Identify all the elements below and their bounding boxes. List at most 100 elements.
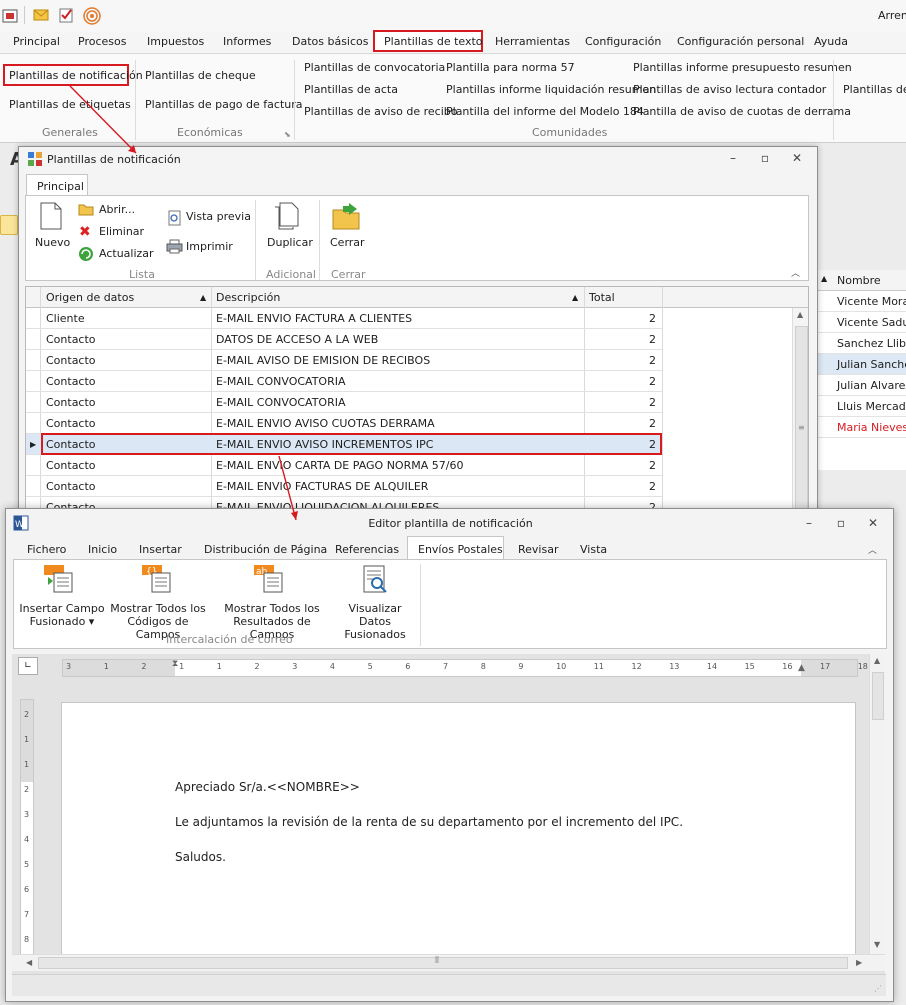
column-total[interactable]: Total bbox=[589, 291, 615, 304]
horizontal-ruler[interactable]: 3 1 2 1 1 2 3 4 5 6 7 8 9 10 11 12 13 14 15 16 17 18 ⧗ ▲ bbox=[62, 659, 868, 677]
indent-marker-icon[interactable]: ⧗ bbox=[172, 659, 178, 669]
ribbon-plantillas-lectura-contador[interactable]: Plantillas de aviso lectura contador bbox=[633, 83, 826, 96]
broadcast-icon[interactable] bbox=[83, 7, 101, 25]
scroll-thumb[interactable]: ⦀ bbox=[38, 956, 848, 969]
ribbon-plantillas-aviso-recibo[interactable]: Plantillas de aviso de recibo bbox=[304, 105, 457, 118]
close-button[interactable]: ✕ bbox=[866, 517, 880, 529]
editor-vertical-scrollbar[interactable]: ▲ ▼ bbox=[869, 654, 886, 954]
tab-referencias[interactable]: Referencias bbox=[335, 543, 399, 556]
ribbon-plantillas-presupuesto[interactable]: Plantillas informe presupuesto resumen bbox=[633, 61, 852, 74]
list-item[interactable]: Vicente Sadurr bbox=[817, 312, 906, 333]
vertical-scrollbar[interactable]: ▲ ≡ bbox=[792, 308, 808, 521]
menu-procesos[interactable]: Procesos bbox=[78, 35, 126, 48]
table-row[interactable]: Contacto E-MAIL ENVIO CARTA DE PAGO NORMA… bbox=[26, 455, 662, 476]
sort-asc-icon[interactable]: ▲ bbox=[572, 293, 578, 302]
sort-asc-icon[interactable]: ▲ bbox=[200, 293, 206, 302]
ribbon-plantillas-acta[interactable]: Plantillas de acta bbox=[304, 83, 398, 96]
list-item[interactable]: Lluis Mercade E bbox=[817, 396, 906, 417]
ribbon-plantillas-cheque[interactable]: Plantillas de cheque bbox=[145, 69, 256, 82]
ribbon-plantillas-pago-factura[interactable]: Plantillas de pago de factura bbox=[145, 98, 303, 111]
table-row[interactable]: Cliente E-MAIL ENVIO FACTURA A CLIENTES 2 bbox=[26, 308, 662, 329]
ribbon-plantilla-modelo-184[interactable]: Plantilla del informe del Modelo 184 bbox=[446, 105, 644, 118]
menu-plantillas-de-texto[interactable]: Plantillas de texto bbox=[384, 35, 483, 48]
close-button[interactable]: ✕ bbox=[790, 152, 804, 164]
menu-impuestos[interactable]: Impuestos bbox=[147, 35, 204, 48]
imprimir-button[interactable]: Imprimir bbox=[186, 240, 233, 253]
menu-herramientas[interactable]: Herramientas bbox=[495, 35, 570, 48]
ribbon-plantilla-cuotas-derrama[interactable]: Plantilla de aviso de cuotas de derrama bbox=[633, 105, 851, 118]
app-icon[interactable] bbox=[2, 8, 18, 24]
list-item[interactable]: Sanchez Llibre bbox=[817, 333, 906, 354]
tab-stop-selector[interactable]: ∟ bbox=[18, 657, 38, 675]
menu-principal[interactable]: Principal bbox=[13, 35, 60, 48]
scroll-left-icon[interactable]: ◀ bbox=[26, 958, 32, 967]
folder-tab[interactable] bbox=[0, 215, 18, 235]
scroll-thumb[interactable]: ≡ bbox=[795, 326, 808, 521]
table-row[interactable]: Contacto E-MAIL AVISO DE EMISION DE RECIB… bbox=[26, 350, 662, 371]
table-row-selected[interactable]: Contacto E-MAIL ENVIO AVISO INCREMENTOS I… bbox=[26, 433, 662, 455]
tab-distribucion[interactable]: Distribución de Página bbox=[204, 543, 327, 556]
ribbon-plantillas-notificacion[interactable]: Plantillas de notificación bbox=[9, 69, 143, 82]
list-item[interactable]: Maria Nieves F bbox=[817, 417, 906, 438]
editor-horizontal-scrollbar[interactable]: ◀ ⦀ ▶ bbox=[12, 954, 885, 971]
scroll-down-icon[interactable]: ▼ bbox=[874, 940, 880, 949]
tab-inicio[interactable]: Inicio bbox=[88, 543, 117, 556]
scroll-right-icon[interactable]: ▶ bbox=[856, 958, 862, 967]
table-row[interactable]: Contacto E-MAIL CONVOCATORIA 2 bbox=[26, 371, 662, 392]
eliminar-button[interactable]: Eliminar bbox=[99, 225, 144, 238]
minimize-button[interactable]: – bbox=[726, 152, 740, 164]
duplicar-button[interactable]: Duplicar bbox=[267, 236, 313, 249]
vista-previa-button[interactable]: Vista previa bbox=[186, 210, 251, 223]
list-item[interactable]: Julian Alvarez bbox=[817, 375, 906, 396]
insertar-campo-button[interactable]: Insertar Campo Fusionado ▾ bbox=[16, 602, 108, 628]
table-row[interactable]: Contacto E-MAIL ENVIO FACTURAS DE ALQUILE… bbox=[26, 476, 662, 497]
tab-revisar[interactable]: Revisar bbox=[518, 543, 558, 556]
ribbon-plantillas-liquidacion[interactable]: Plantillas informe liquidación resumen bbox=[446, 83, 656, 96]
right-indent-icon[interactable]: ▲ bbox=[798, 663, 805, 673]
vertical-ruler[interactable]: 2 1 1 2 3 4 5 6 7 8 bbox=[20, 699, 34, 961]
checklist-icon[interactable] bbox=[58, 7, 74, 23]
visualizar-datos-button[interactable]: Visualizar Datos Fusionados bbox=[334, 602, 416, 641]
ribbon-plantillas-extra[interactable]: Plantillas de f bbox=[843, 83, 906, 96]
mail-icon[interactable] bbox=[33, 8, 49, 22]
table-row[interactable]: Contacto E-MAIL ENVIO AVISO CUOTAS DERRAM… bbox=[26, 413, 662, 434]
menu-ayuda[interactable]: Ayuda bbox=[814, 35, 848, 48]
resize-grip-icon[interactable]: ⋰ bbox=[874, 984, 882, 993]
menu-configuracion[interactable]: Configuración bbox=[585, 35, 661, 48]
list-item-selected[interactable]: Julian Sanchez bbox=[817, 354, 906, 375]
list-item[interactable]: Vicente Mora P bbox=[817, 291, 906, 312]
tab-insertar[interactable]: Insertar bbox=[139, 543, 182, 556]
tab-fichero[interactable]: Fichero bbox=[27, 543, 66, 556]
menu-datos-basicos[interactable]: Datos básicos bbox=[292, 35, 369, 48]
doc-line-greeting[interactable]: Apreciado Sr/a.<<NOMBRE>> bbox=[175, 780, 360, 794]
doc-line-closing[interactable]: Saludos. bbox=[175, 850, 226, 864]
actualizar-button[interactable]: Actualizar bbox=[99, 247, 154, 260]
restore-button[interactable]: ▫ bbox=[758, 152, 772, 164]
collapse-ribbon-icon[interactable]: ︿ bbox=[868, 543, 877, 556]
table-row[interactable]: Contacto E-MAIL CONVOCATORIA 2 bbox=[26, 392, 662, 413]
document-page[interactable]: Apreciado Sr/a.<<NOMBRE>> Le adjuntamos … bbox=[61, 702, 856, 958]
tab-principal[interactable]: Principal bbox=[26, 174, 88, 196]
minimize-button[interactable]: – bbox=[802, 517, 816, 529]
tab-envios-postales[interactable]: Envíos Postales bbox=[418, 543, 503, 556]
doc-line-body[interactable]: Le adjuntamos la revisión de la renta de… bbox=[175, 815, 683, 829]
table-row[interactable]: Contacto DATOS DE ACCESO A LA WEB 2 bbox=[26, 329, 662, 350]
ribbon-plantilla-norma-57[interactable]: Plantilla para norma 57 bbox=[446, 61, 575, 74]
ribbon-plantillas-etiquetas[interactable]: Plantillas de etiquetas bbox=[9, 98, 131, 111]
menu-configuracion-personal[interactable]: Configuración personal bbox=[677, 35, 804, 48]
cerrar-button[interactable]: Cerrar bbox=[330, 236, 365, 249]
column-origen-de-datos[interactable]: Origen de datos bbox=[46, 291, 134, 304]
tab-vista[interactable]: Vista bbox=[580, 543, 607, 556]
scroll-up-icon[interactable]: ▲ bbox=[874, 656, 880, 665]
column-descripcion[interactable]: Descripción bbox=[216, 291, 280, 304]
ribbon-plantillas-convocatoria[interactable]: Plantillas de convocatoria bbox=[304, 61, 445, 74]
dialog-launcher-icon[interactable]: ⬊ bbox=[284, 130, 291, 139]
restore-button[interactable]: ▫ bbox=[834, 517, 848, 529]
list-header[interactable]: ▲ Nombre bbox=[817, 270, 906, 291]
scroll-up-icon[interactable]: ▲ bbox=[797, 310, 803, 319]
nuevo-button[interactable]: Nuevo bbox=[35, 236, 70, 249]
abrir-button[interactable]: Abrir... bbox=[99, 203, 135, 216]
scroll-thumb[interactable] bbox=[872, 672, 884, 720]
menu-informes[interactable]: Informes bbox=[223, 35, 271, 48]
collapse-ribbon-icon[interactable]: ︿ bbox=[791, 266, 800, 279]
